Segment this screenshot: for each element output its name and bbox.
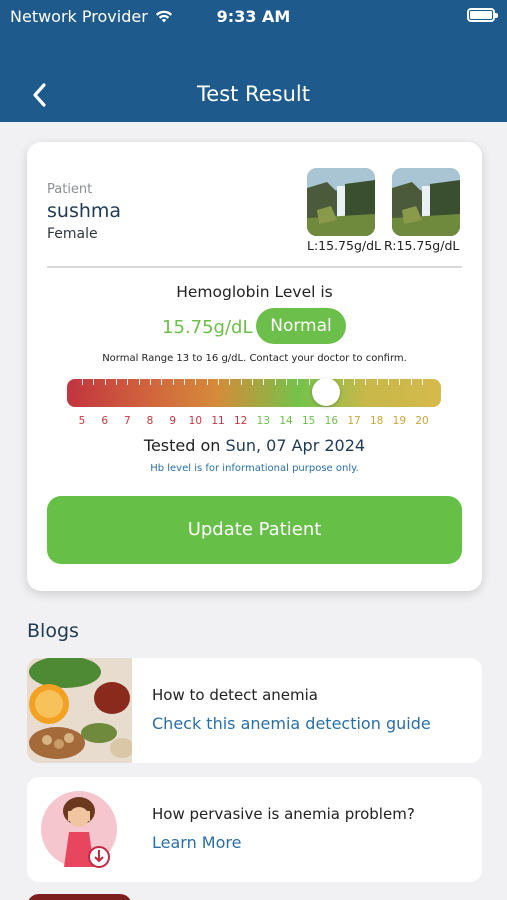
scale-tick bbox=[365, 379, 367, 385]
blogs-heading: Blogs bbox=[27, 620, 79, 642]
scale-label: 9 bbox=[169, 415, 176, 427]
patient-label: Patient bbox=[47, 182, 93, 197]
scale-tick bbox=[308, 379, 310, 385]
battery-icon bbox=[467, 8, 498, 22]
scale-tick bbox=[252, 379, 253, 385]
scale-label: 7 bbox=[123, 415, 131, 427]
hemoglobin-value: 15.75g/dL bbox=[162, 317, 253, 338]
scale-tick bbox=[240, 379, 242, 385]
scale-tick bbox=[286, 379, 287, 385]
scale-tick bbox=[206, 379, 208, 385]
scale-tick bbox=[195, 379, 197, 385]
patient-gender: Female bbox=[47, 226, 98, 242]
hemoglobin-heading: Hemoglobin Level is bbox=[176, 283, 333, 301]
scale-label: 18 bbox=[369, 415, 384, 427]
scale-tick bbox=[297, 379, 299, 385]
scale-tick bbox=[82, 379, 83, 385]
blog-card-partial[interactable] bbox=[27, 894, 132, 900]
scale-label: 15 bbox=[301, 415, 316, 427]
result-card: Patient sushma Female L:15.75g/dL R:15.7… bbox=[27, 142, 482, 591]
divider bbox=[47, 266, 462, 268]
tested-date-line: Tested on Sun, 07 Apr 2024 bbox=[27, 436, 482, 455]
right-eye-image[interactable] bbox=[392, 168, 460, 236]
left-eye-caption: L:15.75g/dL bbox=[307, 238, 382, 253]
scale-label: 10 bbox=[188, 415, 203, 427]
update-patient-button[interactable]: Update Patient bbox=[47, 496, 462, 564]
tested-prefix: Tested on bbox=[143, 436, 221, 455]
scale-label: 6 bbox=[101, 415, 108, 427]
patient-name: sushma bbox=[47, 200, 122, 222]
left-eye-image[interactable] bbox=[307, 168, 375, 236]
right-eye-caption: R:15.75g/dL bbox=[384, 238, 460, 253]
blog-title: How to detect anemia bbox=[152, 686, 318, 704]
scale-tick bbox=[172, 379, 174, 385]
info-note: Hb level is for informational purpose on… bbox=[150, 463, 359, 474]
scale-tick bbox=[376, 379, 378, 385]
hemoglobin-scale-bar bbox=[67, 379, 441, 407]
scale-tick bbox=[127, 379, 129, 385]
scale-tick bbox=[161, 379, 163, 385]
scale-tick bbox=[342, 379, 344, 385]
status-badge: Normal bbox=[256, 308, 346, 344]
blog-link[interactable]: Check this anemia detection guide bbox=[152, 714, 431, 733]
scale-label: 13 bbox=[256, 415, 271, 427]
scale-labels: 5 6 7 8 9 10 11 12 13 14 15 16 17 18 19 20 bbox=[27, 415, 482, 429]
status-bar: Network Provider 9:33 AM bbox=[10, 5, 498, 27]
scale-label: 19 bbox=[392, 415, 407, 427]
scale-label: 12 bbox=[233, 415, 248, 427]
scale-tick bbox=[116, 379, 117, 385]
scale-label: 20 bbox=[415, 415, 429, 427]
scale-tick bbox=[218, 379, 219, 385]
blog-card[interactable]: How pervasive is anemia problem? Learn M… bbox=[27, 777, 482, 882]
app-header: Network Provider 9:33 AM Test Result bbox=[0, 0, 507, 122]
tested-date: Sun, 07 Apr 2024 bbox=[225, 436, 366, 455]
scale-tick bbox=[354, 379, 355, 385]
blog-card[interactable]: How to detect anemia Check this anemia d… bbox=[27, 658, 482, 763]
scale-label: 14 bbox=[279, 415, 293, 427]
scale-tick bbox=[263, 379, 265, 385]
scale-indicator-knob bbox=[311, 378, 340, 406]
scale-tick bbox=[184, 379, 185, 385]
scale-tick bbox=[399, 379, 401, 385]
anemia-illustration-image bbox=[27, 777, 132, 882]
scale-label: 8 bbox=[146, 415, 154, 427]
scale-tick bbox=[138, 379, 140, 385]
status-time: 9:33 AM bbox=[216, 6, 291, 26]
scale-label: 17 bbox=[347, 415, 361, 427]
scale-tick bbox=[274, 379, 276, 385]
food-image bbox=[27, 658, 132, 763]
scale-tick bbox=[104, 379, 106, 385]
scale-tick bbox=[93, 379, 95, 385]
scale-tick bbox=[229, 379, 231, 385]
scale-label: 16 bbox=[324, 415, 339, 427]
blog-title: How pervasive is anemia problem? bbox=[152, 805, 415, 823]
scale-tick bbox=[150, 379, 151, 385]
scale-label: 5 bbox=[78, 415, 86, 427]
scale-tick bbox=[410, 379, 412, 385]
page-title: Test Result bbox=[197, 82, 310, 106]
normal-range-note: Normal Range 13 to 16 g/dL. Contact your… bbox=[102, 353, 407, 364]
scale-label: 11 bbox=[211, 415, 225, 427]
scale-tick bbox=[422, 379, 423, 385]
blog-link[interactable]: Learn More bbox=[152, 833, 241, 852]
scale-tick bbox=[388, 379, 389, 385]
